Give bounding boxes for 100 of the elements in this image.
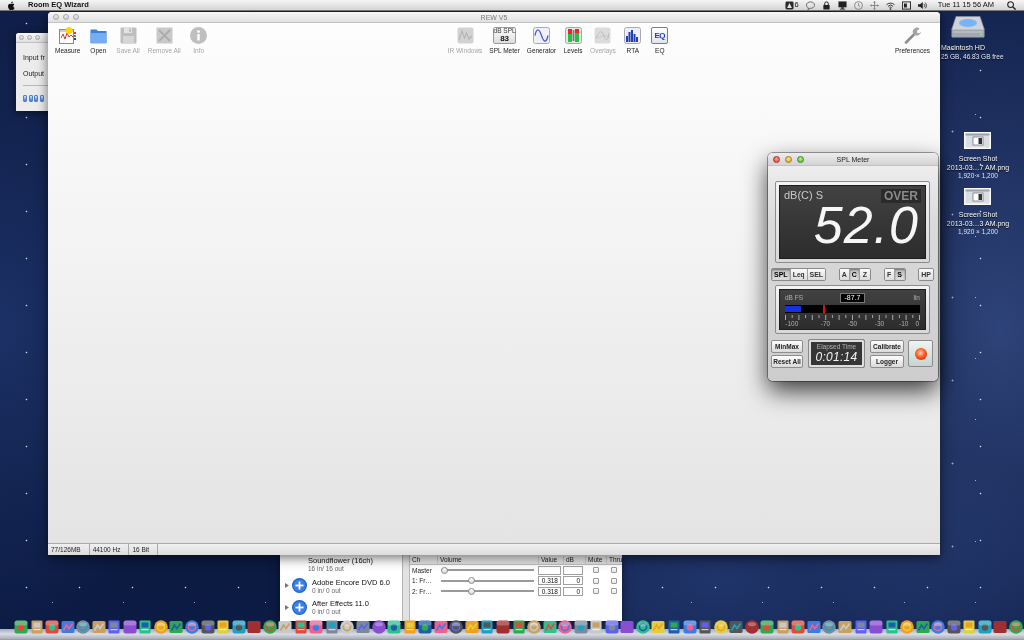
app-icon[interactable] <box>869 620 884 634</box>
app-icon[interactable] <box>231 620 246 634</box>
app-icon[interactable] <box>635 620 650 634</box>
app-icon[interactable] <box>1009 620 1023 634</box>
app-icon[interactable] <box>744 620 759 634</box>
app-icon[interactable] <box>884 620 899 634</box>
app-icon[interactable] <box>527 620 542 634</box>
volume-slider[interactable] <box>441 566 534 574</box>
zoom-button[interactable] <box>797 155 804 163</box>
move-arrows-icon[interactable] <box>869 0 879 10</box>
wifi-icon[interactable] <box>885 0 895 10</box>
app-icon[interactable] <box>247 620 262 634</box>
app-icon[interactable] <box>262 620 277 634</box>
app-icon[interactable] <box>29 620 44 634</box>
app-icon[interactable] <box>107 620 122 634</box>
search-icon[interactable] <box>1007 0 1016 10</box>
app-icon[interactable] <box>511 620 526 634</box>
disclosure-triangle-icon[interactable] <box>285 583 289 589</box>
app-icon[interactable] <box>962 620 977 634</box>
app-icon[interactable] <box>324 620 339 634</box>
app-icon[interactable] <box>45 620 60 634</box>
wrench-icon <box>903 27 921 44</box>
app-icon[interactable] <box>729 620 744 634</box>
app-icon[interactable] <box>371 620 386 634</box>
app-icon[interactable] <box>900 620 915 634</box>
badge-value-text: 83 <box>500 34 510 43</box>
app-icon[interactable] <box>402 620 417 634</box>
thru-checkbox[interactable] <box>611 577 617 584</box>
eq-logo: EQ <box>651 27 669 44</box>
app-icon[interactable] <box>558 620 573 634</box>
disclosure-triangle-icon[interactable] <box>285 604 289 610</box>
app-icon[interactable] <box>169 620 184 634</box>
app-icon[interactable] <box>620 620 635 634</box>
app-icon[interactable] <box>931 620 946 634</box>
mute-checkbox[interactable] <box>592 588 599 595</box>
plus-circle-icon <box>292 599 307 615</box>
app-icon[interactable] <box>698 620 713 634</box>
app-icon[interactable] <box>433 620 448 634</box>
speaker-icon[interactable] <box>917 0 927 10</box>
over-indicator: OVER <box>881 189 921 203</box>
app-icon[interactable] <box>480 620 495 634</box>
level-bars-icon <box>564 27 582 44</box>
app-icon[interactable] <box>340 620 355 634</box>
app-icon[interactable] <box>122 620 137 634</box>
slider-thumb[interactable] <box>441 566 448 574</box>
app-icon[interactable] <box>14 620 28 634</box>
image-file-icon[interactable] <box>964 188 992 205</box>
app-icon[interactable] <box>760 620 775 634</box>
mute-checkbox[interactable] <box>592 577 599 584</box>
window-icon[interactable] <box>901 0 911 10</box>
logo-icon <box>784 0 794 10</box>
app-icon[interactable] <box>838 620 852 634</box>
app-icon[interactable] <box>853 620 868 634</box>
app-icon[interactable] <box>822 620 837 634</box>
app-icon[interactable] <box>977 620 992 634</box>
app-icon[interactable] <box>651 620 666 634</box>
sine-wave-icon <box>532 27 550 44</box>
bar-graph-icon <box>624 27 642 44</box>
app-icon[interactable] <box>449 620 464 634</box>
close-button[interactable] <box>773 155 780 163</box>
lock-icon[interactable] <box>821 0 831 10</box>
app-icon[interactable] <box>993 620 1008 634</box>
apple-icon[interactable] <box>7 0 15 10</box>
folder-icon <box>89 27 107 44</box>
app-icon[interactable] <box>278 620 293 634</box>
thru-checkbox[interactable] <box>611 567 617 574</box>
app-icon[interactable] <box>356 620 371 634</box>
app-icon[interactable] <box>589 620 604 634</box>
app-icon[interactable] <box>713 620 728 634</box>
record-button[interactable] <box>908 340 933 367</box>
chart-document-icon <box>59 27 77 44</box>
app-icon[interactable] <box>216 620 231 634</box>
thru-checkbox[interactable] <box>611 588 617 595</box>
app-icon[interactable] <box>153 620 168 634</box>
app-icon[interactable] <box>76 620 91 634</box>
monitor-icon[interactable] <box>837 0 847 10</box>
app-icon[interactable] <box>775 620 790 634</box>
minimize-button[interactable] <box>785 155 792 163</box>
app-icon[interactable] <box>806 620 821 634</box>
app-icon[interactable] <box>915 620 930 634</box>
db-field[interactable] <box>563 565 583 575</box>
speech-bubble-icon[interactable] <box>805 0 815 10</box>
app-icon[interactable] <box>791 620 806 634</box>
app-icon[interactable] <box>542 620 557 634</box>
app-icon[interactable] <box>946 620 961 634</box>
hard-drive-icon[interactable] <box>951 16 985 38</box>
mute-checkbox[interactable] <box>592 567 599 574</box>
app-icon[interactable] <box>91 620 106 634</box>
app-icon[interactable] <box>200 620 215 634</box>
app-icon[interactable] <box>185 620 199 634</box>
app-icon[interactable] <box>60 620 75 634</box>
app-icon[interactable] <box>138 620 153 634</box>
value-field[interactable] <box>538 565 561 575</box>
app-icon[interactable] <box>464 620 479 634</box>
image-file-icon[interactable] <box>964 132 992 149</box>
slider-thumb[interactable] <box>468 577 476 585</box>
slider-thumb[interactable] <box>468 587 476 595</box>
app-icon[interactable] <box>666 620 681 634</box>
app-icon[interactable] <box>682 620 697 634</box>
app-icon[interactable] <box>293 620 308 634</box>
